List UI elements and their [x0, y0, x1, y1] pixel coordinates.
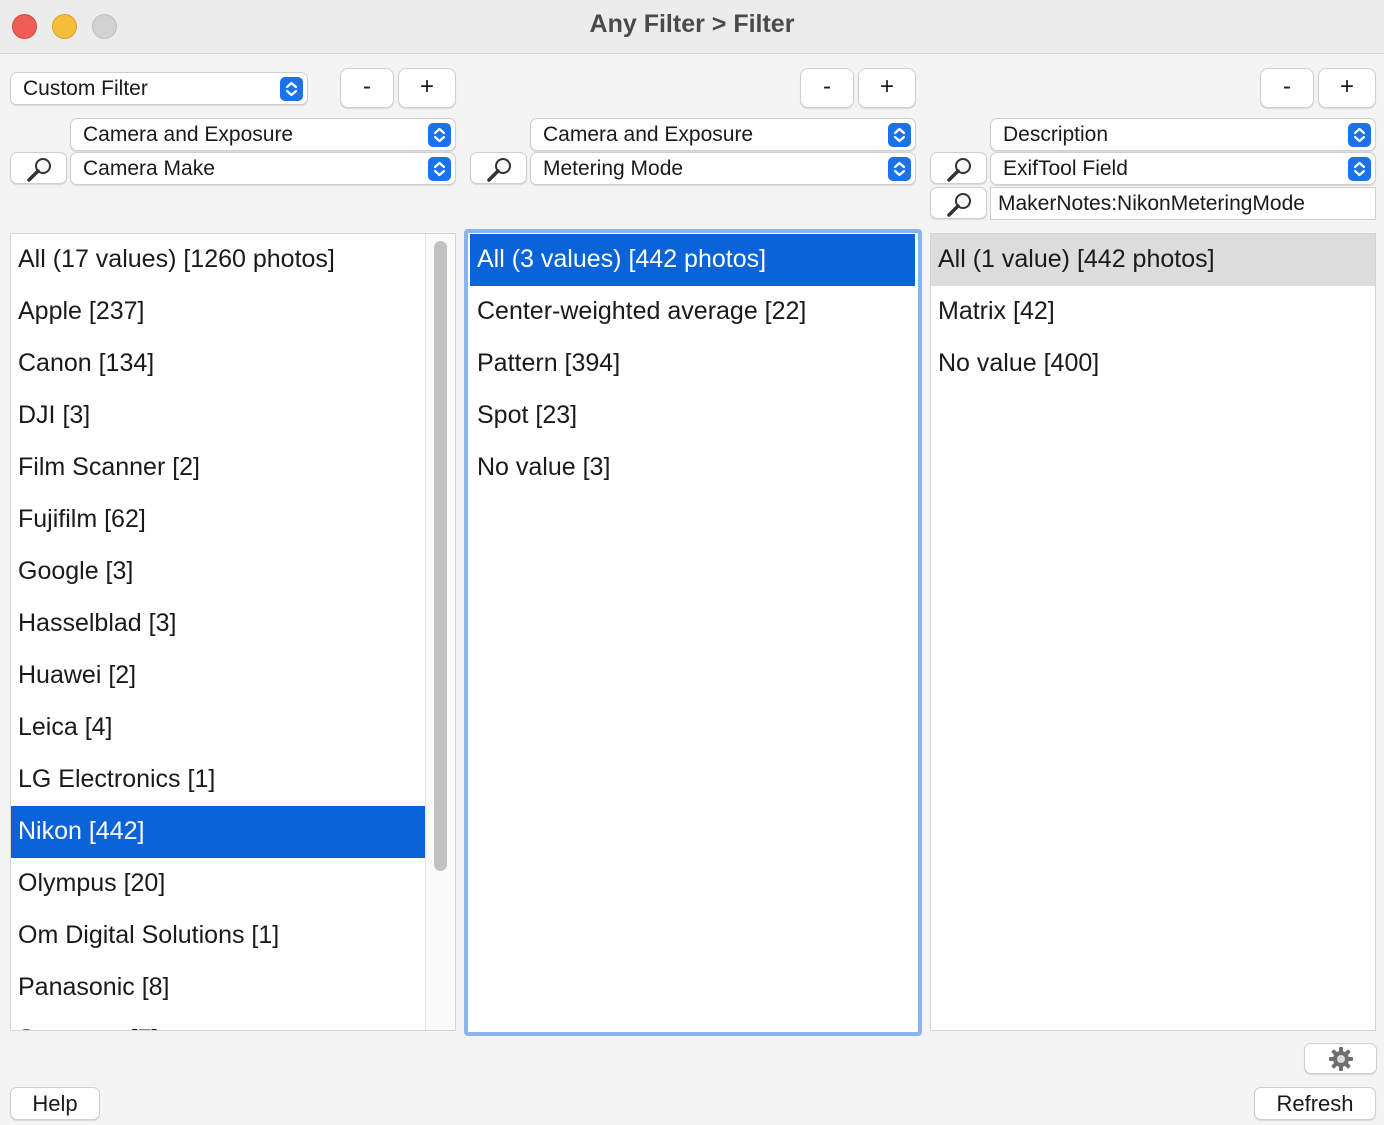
list-item[interactable]: Matrix [42] — [931, 286, 1375, 338]
col3-field-label: ExifTool Field — [1003, 157, 1128, 180]
col3-add-button[interactable]: + — [1318, 68, 1376, 108]
col2-rows: All (3 values) [442 photos] Center-weight… — [468, 233, 918, 494]
col3-category-label: Description — [1003, 123, 1109, 146]
chevron-up-down-icon — [1348, 157, 1371, 181]
col1-field-popup[interactable]: Camera Make — [70, 152, 456, 185]
col2-remove-button[interactable]: - — [800, 68, 854, 108]
col1-scroll-thumb[interactable] — [434, 241, 447, 871]
col3-tag-search-button[interactable] — [930, 187, 987, 219]
list-item[interactable]: Samsung [7] — [11, 1014, 455, 1030]
list-item[interactable]: Apple [237] — [11, 286, 455, 338]
list-item[interactable]: Center-weighted average [22] — [470, 286, 915, 338]
col2-search-button[interactable] — [470, 152, 527, 184]
title-bar: Any Filter > Filter — [0, 0, 1384, 54]
col2-value-list[interactable]: All (3 values) [442 photos] Center-weight… — [464, 229, 922, 1036]
list-item[interactable]: No value [400] — [931, 338, 1375, 390]
col1-rows: All (17 values) [1260 photos] Apple [237]… — [11, 234, 455, 1030]
col3-field-popup[interactable]: ExifTool Field — [990, 152, 1376, 185]
chevron-up-down-icon — [1348, 123, 1371, 147]
col1-scrollbar[interactable] — [425, 234, 455, 1030]
col1-value-list[interactable]: All (17 values) [1260 photos] Apple [237]… — [10, 233, 456, 1031]
col3-tag-field[interactable]: MakerNotes:NikonMeteringMode — [990, 187, 1376, 220]
col2-add-button[interactable]: + — [858, 68, 916, 108]
list-item[interactable]: Om Digital Solutions [1] — [11, 910, 455, 962]
col1-field-label: Camera Make — [83, 157, 215, 180]
list-item[interactable]: Pattern [394] — [470, 338, 915, 390]
list-item[interactable]: DJI [3] — [11, 390, 455, 442]
list-item[interactable]: Fujifilm [62] — [11, 494, 455, 546]
list-item[interactable]: No value [3] — [470, 442, 915, 494]
refresh-button[interactable]: Refresh — [1254, 1087, 1376, 1120]
col3-remove-button[interactable]: - — [1260, 68, 1314, 108]
list-item[interactable]: Olympus [20] — [11, 858, 455, 910]
chevron-up-down-icon — [888, 157, 911, 181]
col3-rows: All (1 value) [442 photos] Matrix [42] No … — [931, 234, 1375, 390]
list-item[interactable]: All (17 values) [1260 photos] — [11, 234, 455, 286]
filter-type-popup[interactable]: Custom Filter — [10, 72, 308, 105]
filter-type-label: Custom Filter — [23, 77, 148, 100]
list-item[interactable]: Leica [4] — [11, 702, 455, 754]
list-item[interactable]: Hasselblad [3] — [11, 598, 455, 650]
list-item[interactable]: Nikon [442] — [11, 806, 455, 858]
help-button[interactable]: Help — [10, 1087, 100, 1120]
col2-field-popup[interactable]: Metering Mode — [530, 152, 916, 185]
col1-remove-button[interactable]: - — [340, 68, 394, 108]
list-item[interactable]: Panasonic [8] — [11, 962, 455, 1014]
filter-window: Any Filter > Filter Custom Filter - + - … — [0, 0, 1384, 1125]
window-title: Any Filter > Filter — [589, 10, 795, 38]
list-item[interactable]: LG Electronics [1] — [11, 754, 455, 806]
col2-field-label: Metering Mode — [543, 157, 684, 180]
list-item[interactable]: Film Scanner [2] — [11, 442, 455, 494]
chevron-up-down-icon — [888, 123, 911, 147]
list-item[interactable]: All (1 value) [442 photos] — [931, 234, 1375, 286]
col1-category-popup[interactable]: Camera and Exposure — [70, 118, 456, 151]
col1-add-button[interactable]: + — [398, 68, 456, 108]
col3-category-popup[interactable]: Description — [990, 118, 1376, 151]
chevron-up-down-icon — [428, 157, 451, 181]
settings-button[interactable] — [1304, 1043, 1377, 1074]
col1-category-label: Camera and Exposure — [83, 123, 294, 146]
list-item[interactable]: All (3 values) [442 photos] — [470, 234, 915, 286]
chevron-up-down-icon — [428, 123, 451, 147]
col1-search-button[interactable] — [10, 152, 67, 184]
col2-category-popup[interactable]: Camera and Exposure — [530, 118, 916, 151]
chevron-up-down-icon — [280, 77, 303, 101]
col2-category-label: Camera and Exposure — [543, 123, 754, 146]
col3-value-list[interactable]: All (1 value) [442 photos] Matrix [42] No … — [930, 233, 1376, 1031]
list-item[interactable]: Google [3] — [11, 546, 455, 598]
list-item[interactable]: Spot [23] — [470, 390, 915, 442]
list-item[interactable]: Canon [134] — [11, 338, 455, 390]
list-item[interactable]: Huawei [2] — [11, 650, 455, 702]
col3-search-button[interactable] — [930, 152, 987, 184]
